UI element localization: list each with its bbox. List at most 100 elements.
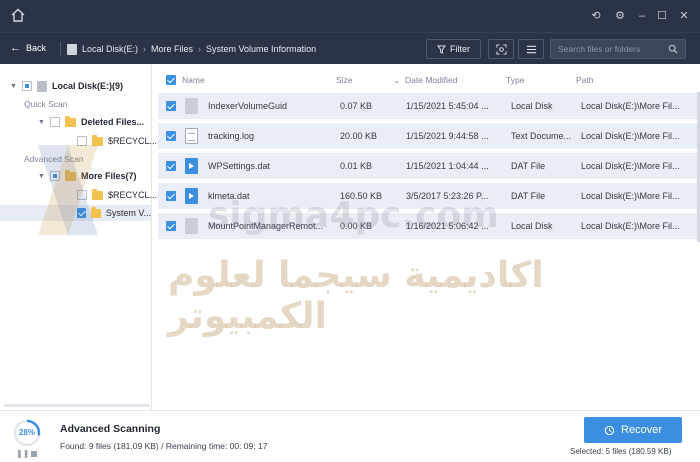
tree-checkbox[interactable] xyxy=(77,208,87,218)
tree-item-more-files[interactable]: ▼ More Files(7) xyxy=(38,168,137,184)
dat-file-icon xyxy=(185,188,198,204)
tree-item-local-disk[interactable]: ▼ Local Disk(E:)(9) xyxy=(10,78,123,94)
file-path: Local Disk(E:)\More Fil... xyxy=(581,191,680,201)
recover-label: Recover xyxy=(621,424,662,436)
file-name: WPSettings.dat xyxy=(208,161,271,171)
breadcrumb-local-disk[interactable]: Local Disk(E:) xyxy=(82,44,138,54)
file-type: Local Disk xyxy=(511,221,553,231)
watermark-arabic: اكاديمية سيجما لعلوم الكمبيوتر xyxy=(168,255,544,337)
file-size: 20.00 KB xyxy=(340,131,378,141)
back-arrow-icon: ← xyxy=(10,42,21,54)
table-row[interactable]: MountPointManagerRemot... 0.00 KB 1/16/2… xyxy=(158,213,698,239)
row-checkbox[interactable] xyxy=(166,131,176,141)
file-icon xyxy=(185,98,198,114)
table-row[interactable]: klmeta.dat 160.50 KB 3/5/2017 5:23:26 P.… xyxy=(158,183,698,209)
file-path: Local Disk(E:)\More Fil... xyxy=(581,131,680,141)
tree-item-deleted-files[interactable]: ▼ Deleted Files... xyxy=(38,114,144,130)
breadcrumb-system-volume[interactable]: System Volume Information xyxy=(206,44,316,54)
tree-item-label: $RECYCL... xyxy=(108,190,158,200)
file-name: MountPointManagerRemot... xyxy=(208,221,324,231)
scan-frame-icon xyxy=(495,43,507,55)
selected-summary: Selected: 5 files (180.59 KB) xyxy=(570,447,672,456)
scan-status-title: Advanced Scanning xyxy=(60,423,161,435)
tree-item-label: System V... xyxy=(105,208,151,218)
column-header-type[interactable]: Type xyxy=(506,75,524,85)
advanced-scan-heading: Advanced Scan xyxy=(24,154,84,164)
file-name: klmeta.dat xyxy=(208,191,250,201)
list-icon xyxy=(526,45,536,53)
tree-item-label: $RECYCL... xyxy=(108,136,158,146)
stop-icon[interactable] xyxy=(31,451,37,457)
column-header-path[interactable]: Path xyxy=(576,75,594,85)
tree-item-recycle-bin[interactable]: $RECYCL... xyxy=(77,187,157,203)
file-path: Local Disk(E:)\More Fil... xyxy=(581,161,680,171)
horizontal-scrollbar[interactable] xyxy=(4,404,150,407)
recover-icon xyxy=(604,425,615,435)
progress-ring: 28% xyxy=(12,418,42,448)
close-icon[interactable]: ✕ xyxy=(676,9,692,23)
sort-arrow-icon[interactable]: ⌄ xyxy=(393,75,400,86)
row-checkbox[interactable] xyxy=(166,221,176,231)
row-checkbox[interactable] xyxy=(166,191,176,201)
tree-checkbox[interactable] xyxy=(50,117,60,127)
file-date: 3/5/2017 5:23:26 P... xyxy=(406,191,489,201)
folder-icon xyxy=(91,206,101,218)
settings-icon[interactable]: ⚙ xyxy=(612,9,628,23)
filter-button[interactable]: Filter xyxy=(426,39,481,59)
minimize-icon[interactable]: – xyxy=(634,9,650,23)
row-checkbox[interactable] xyxy=(166,101,176,111)
tree-item-label: More Files(7) xyxy=(81,171,137,181)
tree-checkbox[interactable] xyxy=(22,81,32,91)
table-row[interactable]: WPSettings.dat 0.01 KB 1/15/2021 1:04:44… xyxy=(158,153,698,179)
filter-label: Filter xyxy=(450,44,470,54)
search-icon[interactable] xyxy=(668,44,678,54)
breadcrumb-more-files[interactable]: More Files xyxy=(151,44,193,54)
file-date: 1/15/2021 1:04:44 ... xyxy=(406,161,489,171)
quick-scan-heading: Quick Scan xyxy=(24,99,68,109)
file-size: 0.01 KB xyxy=(340,161,373,171)
title-bar: ⟲ ⚙ – ☐ ✕ xyxy=(0,0,700,32)
pause-icon[interactable]: ❚❚ xyxy=(16,449,29,458)
tree-item-system-volume[interactable]: System V... xyxy=(0,205,151,221)
file-name: tracking.log xyxy=(208,131,255,141)
row-checkbox[interactable] xyxy=(166,161,176,171)
file-type: Text Docume... xyxy=(511,131,572,141)
disk-icon xyxy=(37,80,47,92)
status-bar: 28% ❚❚ Advanced Scanning Found: 9 files … xyxy=(0,410,700,462)
search-box xyxy=(550,39,686,59)
dat-file-icon xyxy=(185,158,198,174)
maximize-icon[interactable]: ☐ xyxy=(654,9,670,23)
file-icon xyxy=(185,218,198,234)
tree-checkbox[interactable] xyxy=(77,136,87,146)
file-path: Local Disk(E:)\More Fil... xyxy=(581,101,680,111)
file-size: 160.50 KB xyxy=(340,191,383,201)
folder-icon xyxy=(92,188,103,200)
file-size: 0.00 KB xyxy=(340,221,373,231)
file-name: IndexerVolumeGuid xyxy=(208,101,288,111)
recover-button[interactable]: Recover xyxy=(584,417,682,443)
column-header-date[interactable]: Date Modified xyxy=(405,75,457,85)
tree-item-label: Deleted Files... xyxy=(81,117,145,127)
select-all-checkbox[interactable] xyxy=(166,75,176,85)
scan-status-detail: Found: 9 files (181.09 KB) / Remaining t… xyxy=(60,441,268,451)
table-row[interactable]: tracking.log 20.00 KB 1/15/2021 9:44:58 … xyxy=(158,123,698,149)
chevron-down-icon[interactable]: ▼ xyxy=(38,173,46,180)
file-type: DAT File xyxy=(511,191,546,201)
list-view-button[interactable] xyxy=(518,39,544,59)
search-input[interactable] xyxy=(558,44,658,54)
tree-checkbox[interactable] xyxy=(50,171,60,181)
table-row[interactable]: IndexerVolumeGuid 0.07 KB 1/15/2021 5:45… xyxy=(158,93,698,119)
home-icon[interactable] xyxy=(10,7,28,25)
restore-small-icon[interactable]: ⟲ xyxy=(588,9,604,23)
preview-button[interactable] xyxy=(488,39,514,59)
chevron-down-icon[interactable]: ▼ xyxy=(38,119,46,126)
progress-percent: 28% xyxy=(18,428,35,437)
tree-checkbox[interactable] xyxy=(77,190,87,200)
chevron-down-icon[interactable]: ▼ xyxy=(10,83,18,90)
column-header-name[interactable]: Name xyxy=(182,75,205,85)
folder-icon xyxy=(65,115,76,127)
tree-item-recycle-bin[interactable]: $RECYCL... xyxy=(77,133,157,149)
back-label: Back xyxy=(26,43,47,53)
back-button[interactable]: ← Back xyxy=(10,42,46,54)
column-header-size[interactable]: Size xyxy=(336,75,353,85)
